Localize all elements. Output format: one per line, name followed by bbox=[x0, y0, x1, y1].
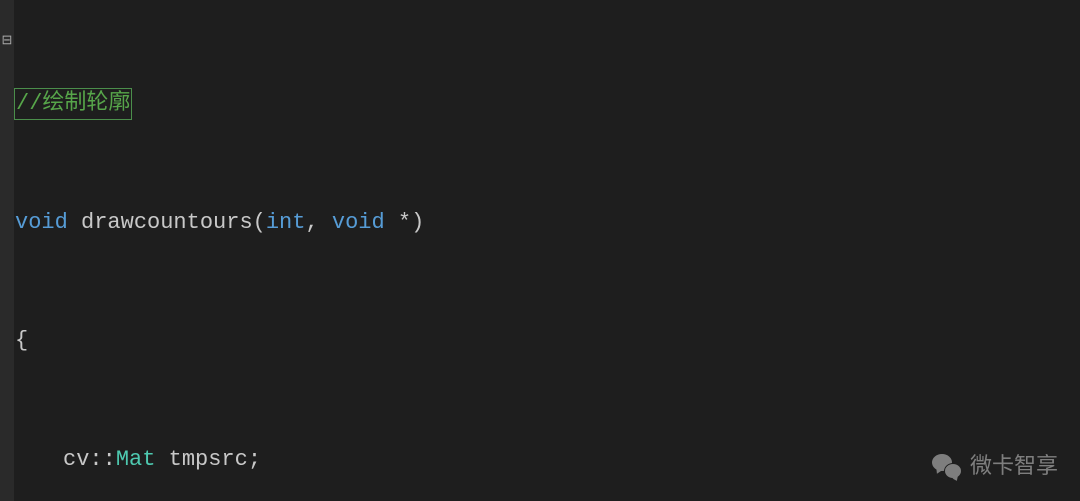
text-token: tmpsrc; bbox=[155, 447, 261, 472]
code-line: //绘制轮廓 bbox=[15, 89, 776, 119]
fold-icon[interactable]: ⊟ bbox=[1, 35, 13, 47]
comment-token: //绘制轮廓 bbox=[16, 91, 130, 116]
keyword-token: void bbox=[15, 210, 68, 235]
keyword-token: void bbox=[332, 210, 385, 235]
keyword-token: int bbox=[266, 210, 306, 235]
watermark: 微卡智享 bbox=[932, 451, 1058, 481]
text-token: cv:: bbox=[63, 447, 116, 472]
gutter: ⊟ bbox=[0, 0, 14, 501]
text-token: , bbox=[305, 210, 331, 235]
code-line: void drawcountours(int, void *) bbox=[15, 208, 776, 238]
code-line: cv::Mat tmpsrc; bbox=[15, 445, 776, 475]
code-editor[interactable]: ⊟ //绘制轮廓 void drawcountours(int, void *)… bbox=[0, 0, 1080, 501]
code-area[interactable]: //绘制轮廓 void drawcountours(int, void *) {… bbox=[15, 0, 776, 501]
watermark-text: 微卡智享 bbox=[970, 451, 1058, 481]
code-line: { bbox=[15, 326, 776, 356]
type-token: Mat bbox=[116, 447, 156, 472]
text-token: drawcountours( bbox=[68, 210, 266, 235]
text-token: *) bbox=[385, 210, 425, 235]
wechat-icon bbox=[932, 454, 962, 479]
